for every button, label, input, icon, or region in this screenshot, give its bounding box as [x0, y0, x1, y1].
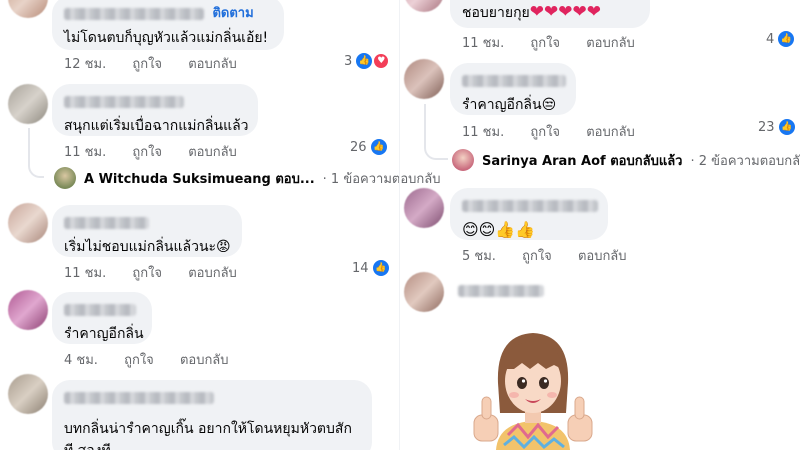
commenter-name-blurred[interactable] — [462, 75, 566, 87]
comment-text: ไม่โดนตบก็บุญหัวแล้วแม่กลิ่นเอ้ย! — [64, 30, 269, 46]
comment-bubble: ติดตาม ไม่โดนตบก็บุญหัวแล้วแม่กลิ่นเอ้ย! — [52, 0, 284, 50]
commenter-name-blurred[interactable] — [64, 8, 204, 20]
like-button[interactable]: ถูกใจ — [132, 57, 162, 72]
reaction-count: 23 — [758, 119, 775, 135]
avatar[interactable] — [404, 0, 444, 12]
commenter-name-blurred[interactable] — [462, 200, 598, 212]
thread-connector — [28, 128, 44, 178]
avatar[interactable] — [8, 84, 48, 124]
reply-avatar — [54, 167, 76, 189]
comment-bubble: บทกลิ่นน่ารำคาญเกิ๊น อยากให้โดนหยุมหัวตบ… — [52, 380, 372, 450]
reaction-summary[interactable]: 3 👍 ♥ — [344, 53, 390, 69]
reply-button[interactable]: ตอบกลับ — [586, 125, 635, 140]
comment-text: สนุกแต่เริ่มเบื่อฉากแม่กลิ่นแล้ว — [64, 118, 249, 134]
view-replies-link[interactable]: A Witchuda Suksimueang ตอบ... · 1 ข้อควา… — [54, 167, 441, 189]
comment-meta: 11 ชม. ถูกใจ ตอบกลับ — [462, 121, 657, 142]
comment-time[interactable]: 4 ชม. — [64, 353, 98, 368]
reply-button[interactable]: ตอบกลับ — [188, 266, 237, 281]
reaction-count: 3 — [344, 53, 353, 69]
like-button[interactable]: ถูกใจ — [530, 36, 560, 51]
comment-time[interactable]: 12 ชม. — [64, 57, 106, 72]
reaction-count: 4 — [766, 31, 775, 47]
comment-time[interactable]: 11 ชม. — [64, 145, 106, 160]
avatar[interactable] — [8, 203, 48, 243]
reply-author[interactable]: A Witchuda Suksimueang ตอบ... — [84, 168, 315, 189]
comment-bubble: 😊😊👍👍 — [450, 188, 608, 240]
like-button[interactable]: ถูกใจ — [132, 145, 162, 160]
reply-button[interactable]: ตอบกลับ — [180, 353, 229, 368]
comment-text: 😊😊👍👍 — [462, 220, 536, 239]
comment-meta: 12 ชม. ถูกใจ ตอบกลับ — [64, 53, 259, 74]
comment-time[interactable]: 11 ชม. — [462, 125, 504, 140]
comments-column-right: ชอบยายกุย❤❤❤❤❤ 11 ชม. ถูกใจ ตอบกลับ 4 👍 … — [400, 0, 800, 450]
avatar[interactable] — [8, 290, 48, 330]
thread-connector — [424, 104, 448, 160]
commenter-name-blurred[interactable] — [458, 285, 544, 297]
comment-meta: 4 ชม. ถูกใจ ตอบกลับ — [64, 349, 251, 370]
reaction-summary[interactable]: 14 👍 — [352, 260, 389, 276]
like-button[interactable]: ถูกใจ — [132, 266, 162, 281]
like-button[interactable]: ถูกใจ — [530, 125, 560, 140]
like-button[interactable]: ถูกใจ — [522, 249, 552, 264]
reply-button[interactable]: ตอบกลับ — [188, 57, 237, 72]
reply-avatar — [452, 149, 474, 171]
view-replies-link[interactable]: Sarinya Aran Aof ตอบกลับแล้ว · 2 ข้อความ… — [452, 149, 800, 171]
commenter-name-blurred[interactable] — [64, 392, 214, 404]
commenter-name-blurred[interactable] — [64, 304, 136, 316]
comment-text-label: ชอบยายกุย — [462, 5, 530, 21]
like-reaction-icon: 👍 — [370, 139, 387, 155]
like-reaction-icon: 👍 — [356, 53, 373, 69]
comment-text: รำคาญอีกลิ่น — [64, 326, 144, 342]
avatar[interactable] — [404, 188, 444, 228]
comment-meta: 11 ชม. ถูกใจ ตอบกลับ — [462, 32, 657, 53]
reaction-count: 14 — [352, 260, 369, 276]
commenter-name-blurred[interactable] — [64, 217, 149, 229]
like-reaction-icon: 👍 — [778, 119, 795, 135]
comment-text: ชอบยายกุย❤❤❤❤❤ — [462, 2, 638, 23]
comment-bubble: ชอบยายกุย❤❤❤❤❤ — [450, 0, 650, 28]
reply-count: · 2 ข้อความตอบกลับ — [690, 153, 800, 169]
reaction-summary[interactable]: 23 👍 — [758, 119, 795, 135]
comment-bubble: สนุกแต่เริ่มเบื่อฉากแม่กลิ่นแล้ว — [52, 84, 258, 136]
avatar[interactable] — [404, 272, 444, 312]
heart-icons: ❤❤❤❤❤ — [529, 2, 601, 22]
comment-time[interactable]: 11 ชม. — [64, 266, 106, 281]
comment-text: รำคาญอีกลิ่น😒 — [462, 97, 557, 113]
like-reaction-icon: 👍 — [778, 31, 795, 47]
sticker-thumbs-up-girl — [473, 333, 593, 450]
comment-meta: 11 ชม. ถูกใจ ตอบกลับ — [64, 141, 259, 162]
avatar[interactable] — [404, 59, 444, 99]
reply-button[interactable]: ตอบกลับ — [586, 36, 635, 51]
reply-button[interactable]: ตอบกลับ — [578, 249, 627, 264]
love-reaction-icon: ♥ — [373, 53, 390, 69]
avatar[interactable] — [8, 374, 48, 414]
comment-bubble: เริ่มไม่ชอบแม่กลิ่นแล้วนะ😡 — [52, 205, 242, 257]
reaction-summary[interactable]: 26 👍 — [350, 139, 387, 155]
comment-meta: 11 ชม. ถูกใจ ตอบกลับ — [64, 262, 259, 283]
comment-time[interactable]: 11 ชม. — [462, 36, 504, 51]
like-button[interactable]: ถูกใจ — [124, 353, 154, 368]
comment-bubble: รำคาญอีกลิ่น — [52, 292, 152, 344]
commenter-name-blurred[interactable] — [64, 96, 184, 108]
comment-text: เริ่มไม่ชอบแม่กลิ่นแล้วนะ😡 — [64, 239, 231, 255]
reply-author[interactable]: Sarinya Aran Aof ตอบกลับแล้ว — [482, 150, 682, 171]
follow-button[interactable]: ติดตาม — [212, 6, 253, 21]
comment-meta: 5 ชม. ถูกใจ ตอบกลับ — [462, 245, 649, 266]
reaction-count: 26 — [350, 139, 367, 155]
comments-column-left: ติดตาม ไม่โดนตบก็บุญหัวแล้วแม่กลิ่นเอ้ย!… — [0, 0, 441, 450]
comment-time[interactable]: 5 ชม. — [462, 249, 496, 264]
comment-text: บทกลิ่นน่ารำคาญเกิ๊น อยากให้โดนหยุมหัวตบ… — [64, 421, 352, 450]
reaction-summary[interactable]: 4 👍 — [766, 31, 795, 47]
comment-bubble: รำคาญอีกลิ่น😒 — [450, 63, 576, 115]
avatar[interactable] — [8, 0, 48, 18]
reply-button[interactable]: ตอบกลับ — [188, 145, 237, 160]
like-reaction-icon: 👍 — [372, 260, 389, 276]
